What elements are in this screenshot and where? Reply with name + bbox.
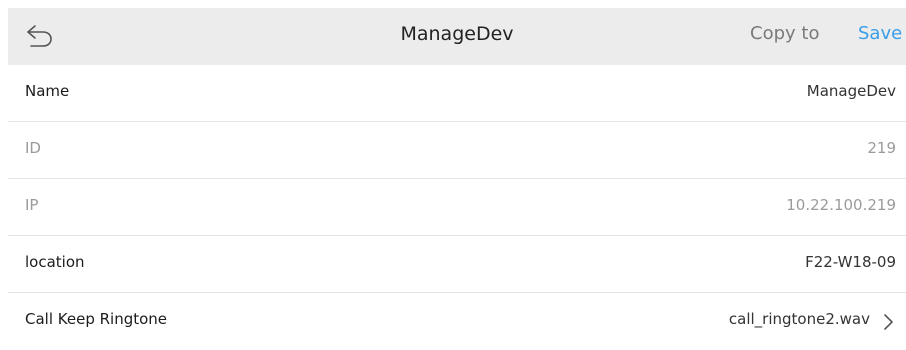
- row-ip: IP 10.22.100.219: [8, 179, 906, 236]
- ip-value: 10.22.100.219: [786, 196, 896, 214]
- row-label: Call Keep Ringtone: [25, 310, 168, 328]
- row-label: IP: [25, 196, 39, 214]
- location-value[interactable]: F22-W18-09: [805, 236, 896, 292]
- name-value[interactable]: ManageDev: [807, 65, 896, 121]
- row-label: location: [25, 253, 85, 271]
- row-label: Name: [25, 82, 70, 100]
- ringtone-value: call_ringtone2.wav: [728, 310, 870, 328]
- row-location[interactable]: location F22-W18-09: [8, 236, 906, 293]
- row-call-keep-ringtone[interactable]: Call Keep Ringtone call_ringtone2.wav: [8, 293, 906, 350]
- back-button[interactable]: [22, 21, 56, 51]
- back-arrow-icon: [22, 21, 56, 51]
- chevron-right-icon: [882, 313, 894, 331]
- row-name[interactable]: Name ManageDev: [8, 65, 906, 122]
- copy-to-button[interactable]: Copy to: [750, 8, 819, 65]
- row-id: ID 219: [8, 122, 906, 179]
- save-button[interactable]: Save: [858, 8, 902, 65]
- settings-list: Name ManageDev ID 219 IP 10.22.100.219 l…: [8, 65, 906, 350]
- top-bar: ManageDev Copy to Save: [8, 8, 906, 65]
- row-label: ID: [25, 139, 41, 157]
- id-value: 219: [867, 139, 896, 157]
